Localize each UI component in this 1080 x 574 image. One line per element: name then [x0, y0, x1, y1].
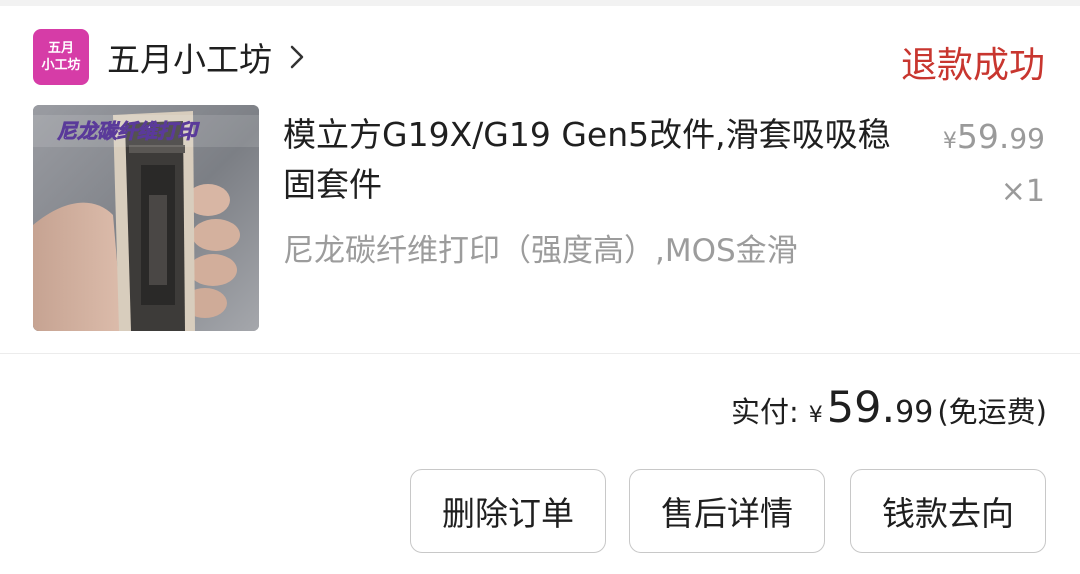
price-decimal: 99	[1009, 122, 1045, 155]
product-quantity: ×1	[1000, 174, 1045, 209]
shop-header[interactable]: 五月 小工坊 五月小工坊	[33, 29, 308, 85]
paid-amount-integer: 59.	[826, 383, 896, 433]
order-status: 退款成功	[900, 45, 1045, 86]
product-price: ¥59.99	[943, 117, 1045, 156]
shop-logo-line1: 五月	[47, 41, 74, 56]
chevron-right-icon[interactable]	[286, 43, 308, 71]
price-integer: 59.	[956, 117, 1010, 156]
price-currency-symbol: ¥	[942, 129, 957, 154]
paid-currency-symbol: ¥	[808, 403, 823, 428]
delete-order-button[interactable]: 删除订单	[410, 469, 606, 553]
divider	[0, 353, 1080, 354]
paid-amount-decimal: 99	[895, 395, 934, 430]
after-sales-details-button[interactable]: 售后详情	[629, 469, 825, 553]
shipping-note: (免运费)	[937, 395, 1047, 429]
shop-logo: 五月 小工坊	[33, 29, 89, 85]
product-title[interactable]: 模立方G19X/G19 Gen5改件,滑套吸吸稳固套件	[283, 110, 903, 210]
order-card: 五月 小工坊 五月小工坊 退款成功 尼龙碳纤维打印 模立方G19X/G19 Ge…	[0, 6, 1080, 574]
product-thumbnail[interactable]: 尼龙碳纤维打印	[33, 105, 259, 331]
product-spec: 尼龙碳纤维打印（强度高）,MOS金滑	[283, 233, 798, 269]
shop-name[interactable]: 五月小工坊	[107, 33, 272, 81]
paid-label: 实付:	[731, 395, 799, 429]
shop-logo-line2: 小工坊	[41, 58, 81, 73]
refund-trace-button[interactable]: 钱款去向	[850, 469, 1046, 553]
thumbnail-caption: 尼龙碳纤维打印	[57, 119, 200, 143]
paid-summary: 实付: ¥ 59. 99 (免运费)	[731, 383, 1047, 433]
